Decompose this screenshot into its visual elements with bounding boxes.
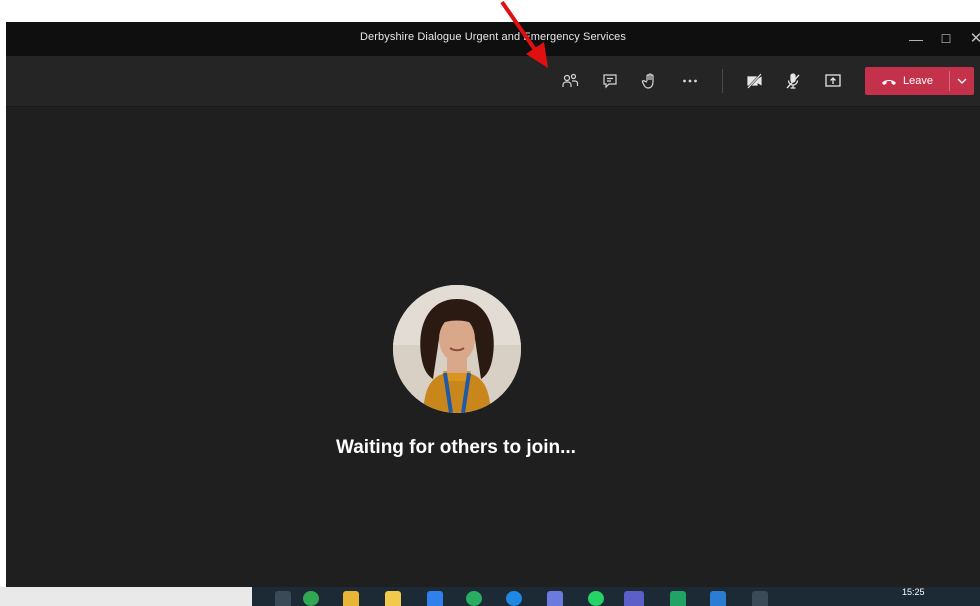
- chevron-down-icon: [957, 78, 967, 84]
- share-screen-icon: [825, 74, 841, 87]
- edge-icon[interactable]: [466, 591, 482, 606]
- teams-icon[interactable]: [624, 591, 644, 606]
- whatsapp-icon[interactable]: [588, 591, 604, 606]
- participants-button[interactable]: [557, 68, 583, 94]
- waiting-message: Waiting for others to join...: [336, 437, 576, 458]
- taskbar-search-box[interactable]: [0, 587, 252, 606]
- leave-label: Leave: [903, 75, 933, 87]
- media-player-icon[interactable]: [427, 591, 443, 606]
- leave-button[interactable]: Leave: [865, 67, 949, 95]
- taskbar-clock[interactable]: 15:25: [902, 587, 925, 597]
- excel-icon[interactable]: [670, 591, 686, 606]
- close-button[interactable]: ✕: [962, 26, 980, 52]
- calendar-icon[interactable]: [547, 591, 563, 606]
- people-icon: [562, 73, 579, 87]
- microphone-toggle-button[interactable]: [780, 68, 806, 94]
- participant-avatar: [393, 285, 521, 413]
- hang-up-icon: [882, 80, 896, 85]
- hand-icon: [641, 73, 654, 89]
- app-icon[interactable]: [752, 591, 768, 606]
- maximize-button[interactable]: ☐: [932, 26, 960, 52]
- camera-off-icon: [747, 73, 762, 89]
- raise-hand-button[interactable]: [637, 68, 663, 94]
- teams-meeting-window: Derbyshire Dialogue Urgent and Emergency…: [6, 22, 980, 606]
- word-icon[interactable]: [710, 591, 726, 606]
- more-options-button[interactable]: [677, 68, 703, 94]
- mic-off-icon: [786, 73, 800, 89]
- file-explorer-icon[interactable]: [343, 591, 359, 606]
- avatar-photo: [393, 285, 521, 413]
- leave-options-button[interactable]: [950, 67, 974, 95]
- task-view-icon[interactable]: [275, 591, 291, 606]
- camera-toggle-button[interactable]: [742, 68, 768, 94]
- title-bar: Derbyshire Dialogue Urgent and Emergency…: [6, 22, 980, 56]
- toolbar-divider: [722, 69, 723, 93]
- browser-icon[interactable]: [506, 591, 522, 606]
- chrome-icon[interactable]: [303, 591, 319, 606]
- chat-button[interactable]: [597, 68, 623, 94]
- windows-taskbar: 15:25: [0, 587, 980, 606]
- meeting-stage: Waiting for others to join...: [6, 107, 980, 585]
- meeting-controls-bar: Leave: [6, 56, 980, 107]
- chat-icon: [603, 74, 617, 89]
- leave-call-control: Leave: [865, 67, 974, 95]
- more-icon: [683, 79, 697, 83]
- sticky-notes-icon[interactable]: [385, 591, 401, 606]
- window-title: Derbyshire Dialogue Urgent and Emergency…: [360, 31, 626, 43]
- minimize-button[interactable]: —: [902, 26, 930, 52]
- share-screen-button[interactable]: [820, 68, 846, 94]
